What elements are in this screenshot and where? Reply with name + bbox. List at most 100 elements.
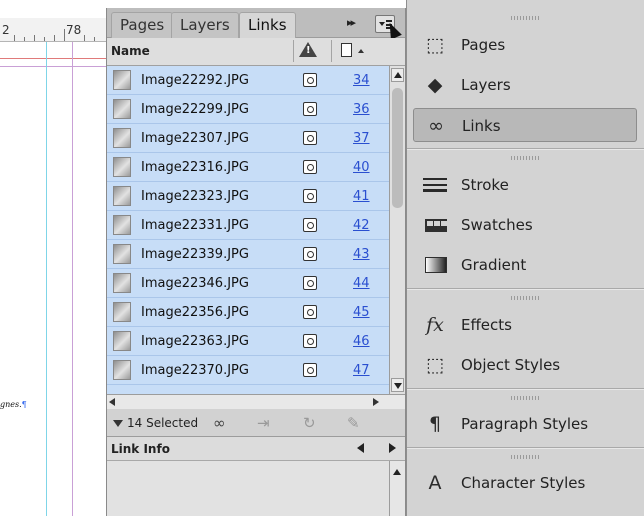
column-guide: [46, 42, 47, 516]
character-styles-icon: A: [428, 472, 442, 494]
dock-item-gradient[interactable]: Gradient: [413, 248, 637, 282]
dock-grip[interactable]: [511, 16, 541, 20]
dock-grip[interactable]: [511, 396, 541, 400]
dock-item-object-styles[interactable]: ⬚ Object Styles: [413, 348, 637, 382]
dock-item-label: Stroke: [461, 176, 509, 194]
link-row[interactable]: Image22331.JPG 42: [107, 211, 389, 240]
show-link-info-toggle-icon[interactable]: [113, 420, 123, 427]
scroll-down-arrow-icon[interactable]: [391, 378, 404, 392]
dock-grip[interactable]: [511, 156, 541, 160]
page-link[interactable]: 46: [353, 334, 370, 349]
dock-item-layers[interactable]: ◆ Layers: [413, 68, 637, 102]
dock-item-links[interactable]: ∞ Links: [413, 108, 637, 142]
margin-guide-right: [72, 42, 73, 516]
link-row[interactable]: Image22363.JPG 46: [107, 327, 389, 356]
image-thumbnail: [113, 244, 131, 264]
gradient-icon: [425, 257, 447, 273]
dock-grip[interactable]: [511, 296, 541, 300]
ruler-tick: [54, 35, 55, 41]
link-row[interactable]: Image22339.JPG 43: [107, 240, 389, 269]
status-warning-icon[interactable]: [299, 42, 317, 57]
scroll-thumb[interactable]: [392, 88, 403, 208]
page-link[interactable]: 42: [353, 218, 370, 233]
pages-icon: ⬚: [426, 34, 444, 56]
sort-arrow-icon[interactable]: [358, 49, 364, 53]
link-info-body: [107, 461, 389, 516]
collapse-panel-icon[interactable]: ▸▸: [347, 16, 356, 29]
dock-item-pages[interactable]: ⬚ Pages: [413, 28, 637, 62]
ruler-tick: [24, 37, 25, 41]
link-row[interactable]: Image22370.JPG 47: [107, 356, 389, 385]
dock-item-label: Pages: [461, 36, 506, 54]
link-row[interactable]: Image22316.JPG 40: [107, 153, 389, 182]
name-column-header[interactable]: Name: [111, 44, 150, 58]
edit-original-icon[interactable]: ✎: [347, 414, 360, 432]
ruler-tick: [64, 29, 65, 41]
page-link[interactable]: 44: [353, 276, 370, 291]
tab-links[interactable]: Links: [239, 12, 296, 38]
page-link[interactable]: 45: [353, 305, 370, 320]
links-list[interactable]: Image22292.JPG 34 Image22299.JPG 36 Imag…: [107, 66, 389, 394]
page-link[interactable]: 41: [353, 189, 370, 204]
link-row[interactable]: Image22323.JPG 41: [107, 182, 389, 211]
link-file-name: Image22363.JPG: [141, 334, 249, 349]
dock-item-effects[interactable]: fx Effects: [413, 308, 637, 342]
ruler-tick: [94, 37, 95, 41]
scroll-up-arrow-icon[interactable]: [391, 68, 404, 82]
link-row[interactable]: Image22307.JPG 37: [107, 124, 389, 153]
link-row[interactable]: Image22292.JPG 34: [107, 66, 389, 95]
link-row[interactable]: Image22356.JPG 45: [107, 298, 389, 327]
link-row[interactable]: Image22299.JPG 36: [107, 95, 389, 124]
ruler-tick: [84, 35, 85, 41]
dock-item-label: Swatches: [461, 216, 533, 234]
mouse-cursor-icon: [384, 20, 402, 40]
previous-link-icon[interactable]: [357, 443, 364, 453]
links-status-bar: 14 Selected ∞ ⇥ ↻ ✎: [107, 409, 405, 437]
dock-group-separator: [407, 288, 644, 290]
dock-item-character-styles[interactable]: A Character Styles: [413, 466, 637, 500]
dock-group-separator: [407, 447, 644, 449]
paragraph-styles-icon: ¶: [428, 413, 442, 435]
update-link-icon[interactable]: ↻: [303, 414, 316, 432]
link-info-scrollbar[interactable]: [389, 461, 405, 516]
link-row[interactable]: Image22346.JPG 44: [107, 269, 389, 298]
page-link[interactable]: 43: [353, 247, 370, 262]
page-link[interactable]: 34: [353, 73, 370, 88]
panel-tab-bar: Pages Layers Links ▸▸: [107, 8, 405, 40]
scroll-left-arrow-icon[interactable]: [109, 398, 115, 406]
dock-item-stroke[interactable]: Stroke: [413, 168, 637, 202]
horizontal-ruler[interactable]: 2 78: [0, 18, 106, 42]
ruler-tick: [34, 35, 35, 41]
page-link[interactable]: 40: [353, 160, 370, 175]
next-link-icon[interactable]: [389, 443, 396, 453]
dock-grip[interactable]: [511, 455, 541, 459]
embedded-status-icon: [303, 160, 317, 174]
embedded-status-icon: [303, 305, 317, 319]
page-link[interactable]: 47: [353, 363, 370, 378]
tab-pages[interactable]: Pages: [111, 12, 174, 38]
selected-count: 14 Selected: [127, 416, 199, 430]
document-canvas[interactable]: 2 78 gnes.¶: [0, 0, 106, 516]
scroll-right-arrow-icon[interactable]: [373, 398, 379, 406]
link-file-name: Image22331.JPG: [141, 218, 249, 233]
page-link[interactable]: 37: [353, 131, 370, 146]
tab-layers[interactable]: Layers: [171, 12, 239, 38]
link-file-name: Image22292.JPG: [141, 73, 249, 88]
layers-icon: ◆: [427, 74, 443, 96]
list-horizontal-scrollbar[interactable]: [107, 394, 405, 409]
dock-item-paragraph-styles[interactable]: ¶ Paragraph Styles: [413, 407, 637, 441]
links-panel: Pages Layers Links ▸▸ Name Image22292.JP…: [106, 8, 406, 516]
go-to-link-icon[interactable]: ⇥: [257, 414, 270, 432]
links-icon: ∞: [428, 115, 444, 137]
image-thumbnail: [113, 302, 131, 322]
column-separator: [331, 40, 332, 62]
dock-item-swatches[interactable]: Swatches: [413, 208, 637, 242]
page-link[interactable]: 36: [353, 102, 370, 117]
link-info-header: Link Info: [107, 437, 405, 461]
page-column-icon[interactable]: [341, 43, 352, 57]
relink-icon[interactable]: ∞: [213, 414, 226, 432]
embedded-status-icon: [303, 218, 317, 232]
object-styles-icon: ⬚: [426, 354, 444, 376]
list-vertical-scrollbar[interactable]: [389, 66, 405, 394]
embedded-status-icon: [303, 102, 317, 116]
